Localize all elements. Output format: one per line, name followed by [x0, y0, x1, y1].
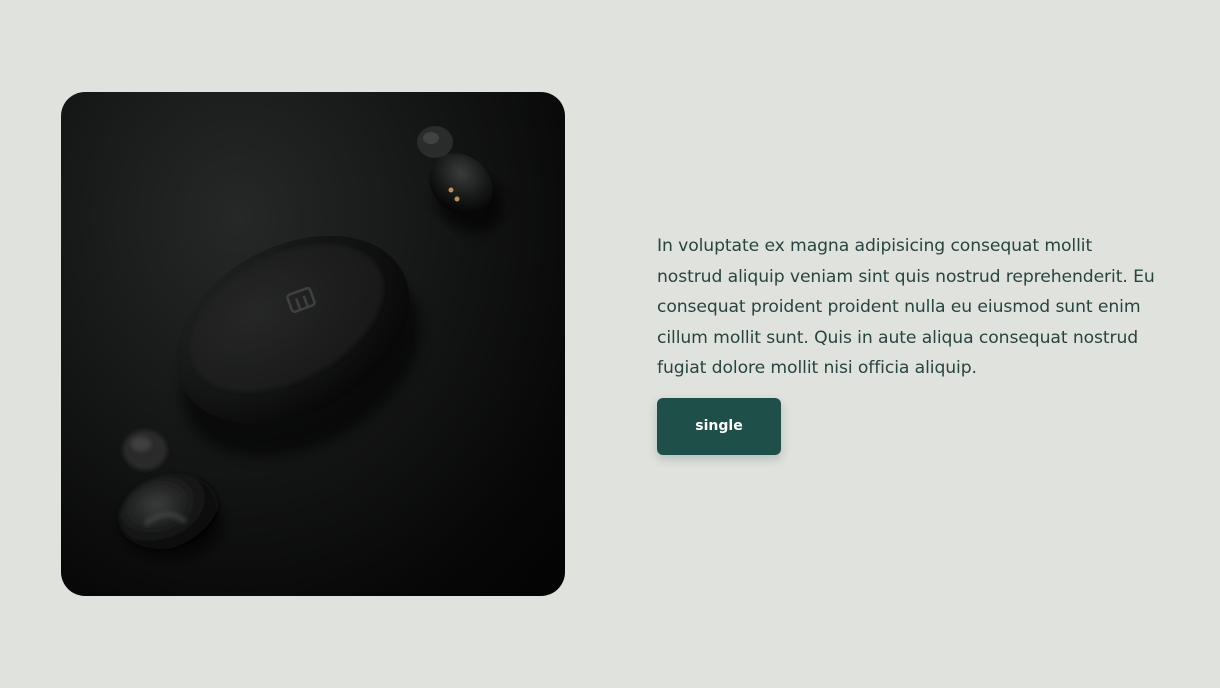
- product-image: [61, 92, 565, 596]
- content-section: In voluptate ex magna adipisicing conseq…: [657, 231, 1157, 455]
- earbud-left: [119, 430, 223, 560]
- single-button[interactable]: single: [657, 397, 781, 455]
- product-description: In voluptate ex magna adipisicing conseq…: [657, 236, 1155, 379]
- earbud-right: [417, 126, 503, 233]
- page: In voluptate ex magna adipisicing conseq…: [0, 0, 1220, 688]
- earbuds-photo-illustration: [119, 126, 503, 560]
